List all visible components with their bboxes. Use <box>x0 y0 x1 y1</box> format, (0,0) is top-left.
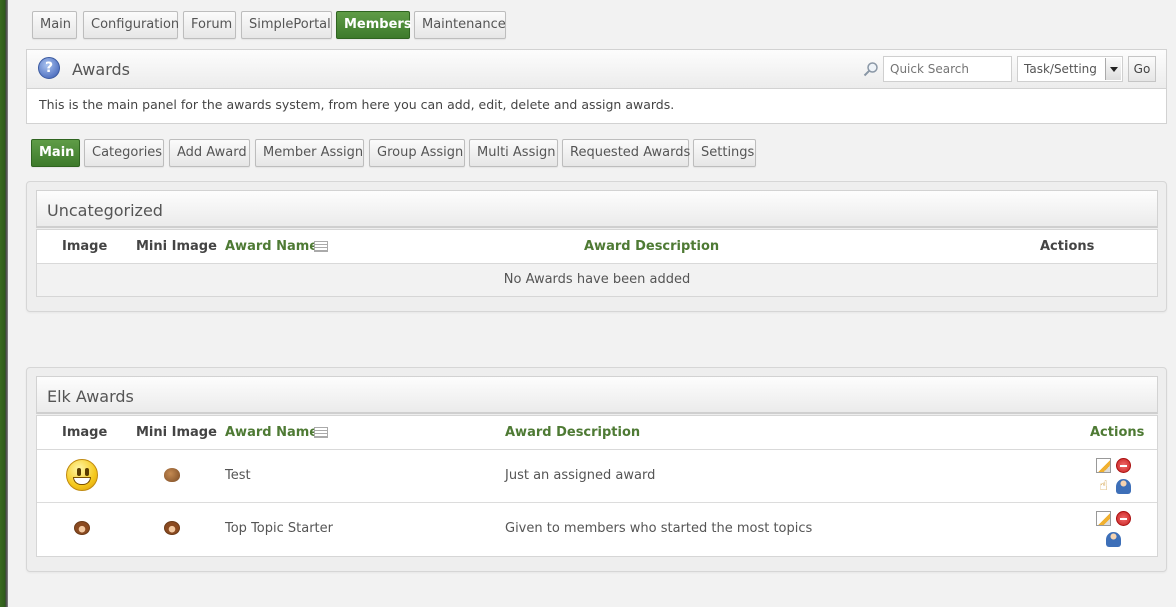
award-description: Just an assigned award <box>505 468 656 483</box>
go-button[interactable]: Go <box>1128 56 1156 82</box>
sub-tab-multi-assign[interactable]: Multi Assign <box>469 139 558 167</box>
col-award-name[interactable]: Award Name <box>225 239 318 254</box>
awards-header: ? Awards Task/Setting Go <box>26 49 1167 89</box>
col-award-description[interactable]: Award Description <box>584 239 719 254</box>
empty-message: No Awards have been added <box>37 264 1157 296</box>
monkey-icon <box>74 521 90 535</box>
top-tab-maintenance[interactable]: Maintenance <box>414 11 506 39</box>
search-icon <box>863 62 878 77</box>
page-description: This is the main panel for the awards sy… <box>26 89 1167 124</box>
category-title: Uncategorized <box>36 190 1158 228</box>
top-tab-simpleportal[interactable]: SimplePortal <box>241 11 332 39</box>
col-mini-image: Mini Image <box>136 425 217 440</box>
page-title: Awards <box>72 60 130 79</box>
sub-tab-add-award[interactable]: Add Award <box>169 139 250 167</box>
smiley-icon <box>66 459 98 491</box>
category-title: Elk Awards <box>36 376 1158 414</box>
awards-table: Image Mini Image Award Name Award Descri… <box>36 415 1158 557</box>
category-panel-elk-awards: Elk Awards Image Mini Image Award Name A… <box>26 367 1167 572</box>
help-icon[interactable]: ? <box>38 57 60 79</box>
user-icon[interactable] <box>1116 479 1131 494</box>
task-setting-value: Task/Setting <box>1024 62 1097 76</box>
top-tab-forum[interactable]: Forum <box>183 11 236 39</box>
sort-icon[interactable] <box>314 241 328 252</box>
user-icon[interactable] <box>1106 532 1121 547</box>
hand-icon[interactable]: ☝ <box>1096 479 1111 494</box>
awards-table: Image Mini Image Award Name Award Descri… <box>36 229 1158 297</box>
col-image: Image <box>62 239 108 254</box>
edit-icon[interactable] <box>1096 511 1111 526</box>
col-award-name[interactable]: Award Name <box>225 425 318 440</box>
delete-icon[interactable] <box>1116 458 1131 473</box>
acorn-icon <box>164 468 180 482</box>
task-setting-select[interactable]: Task/Setting <box>1017 56 1123 82</box>
sub-tab-settings[interactable]: Settings <box>693 139 756 167</box>
col-award-description[interactable]: Award Description <box>505 425 640 440</box>
edit-icon[interactable] <box>1096 458 1111 473</box>
award-name[interactable]: Top Topic Starter <box>225 521 333 536</box>
top-tab-configuration[interactable]: Configuration <box>83 11 179 39</box>
table-header-row: Image Mini Image Award Name Award Descri… <box>37 230 1157 264</box>
sub-tab-main[interactable]: Main <box>31 139 80 167</box>
sub-tab-member-assign[interactable]: Member Assign <box>255 139 364 167</box>
category-panel-uncategorized: Uncategorized Image Mini Image Award Nam… <box>26 181 1167 312</box>
col-actions: Actions <box>1040 239 1095 254</box>
top-tab-main[interactable]: Main <box>32 11 77 39</box>
table-row: Top Topic Starter Given to members who s… <box>37 503 1157 556</box>
sub-tab-requested-awards[interactable]: Requested Awards <box>562 139 690 167</box>
award-name[interactable]: Test <box>225 468 251 483</box>
chevron-down-icon[interactable] <box>1105 58 1121 80</box>
delete-icon[interactable] <box>1116 511 1131 526</box>
top-tab-members[interactable]: Members <box>336 11 412 39</box>
award-description: Given to members who started the most to… <box>505 521 813 536</box>
left-edge-bar <box>0 0 8 607</box>
col-mini-image: Mini Image <box>136 239 217 254</box>
col-image: Image <box>62 425 108 440</box>
table-header-row: Image Mini Image Award Name Award Descri… <box>37 416 1157 450</box>
sub-tab-group-assign[interactable]: Group Assign <box>369 139 465 167</box>
table-row: Test Just an assigned award ☝ <box>37 450 1157 503</box>
monkey-icon <box>164 521 180 535</box>
sub-tab-categories[interactable]: Categories <box>84 139 164 167</box>
quick-search-input[interactable] <box>883 56 1012 82</box>
col-actions: Actions <box>1090 425 1145 440</box>
sort-icon[interactable] <box>314 427 328 438</box>
